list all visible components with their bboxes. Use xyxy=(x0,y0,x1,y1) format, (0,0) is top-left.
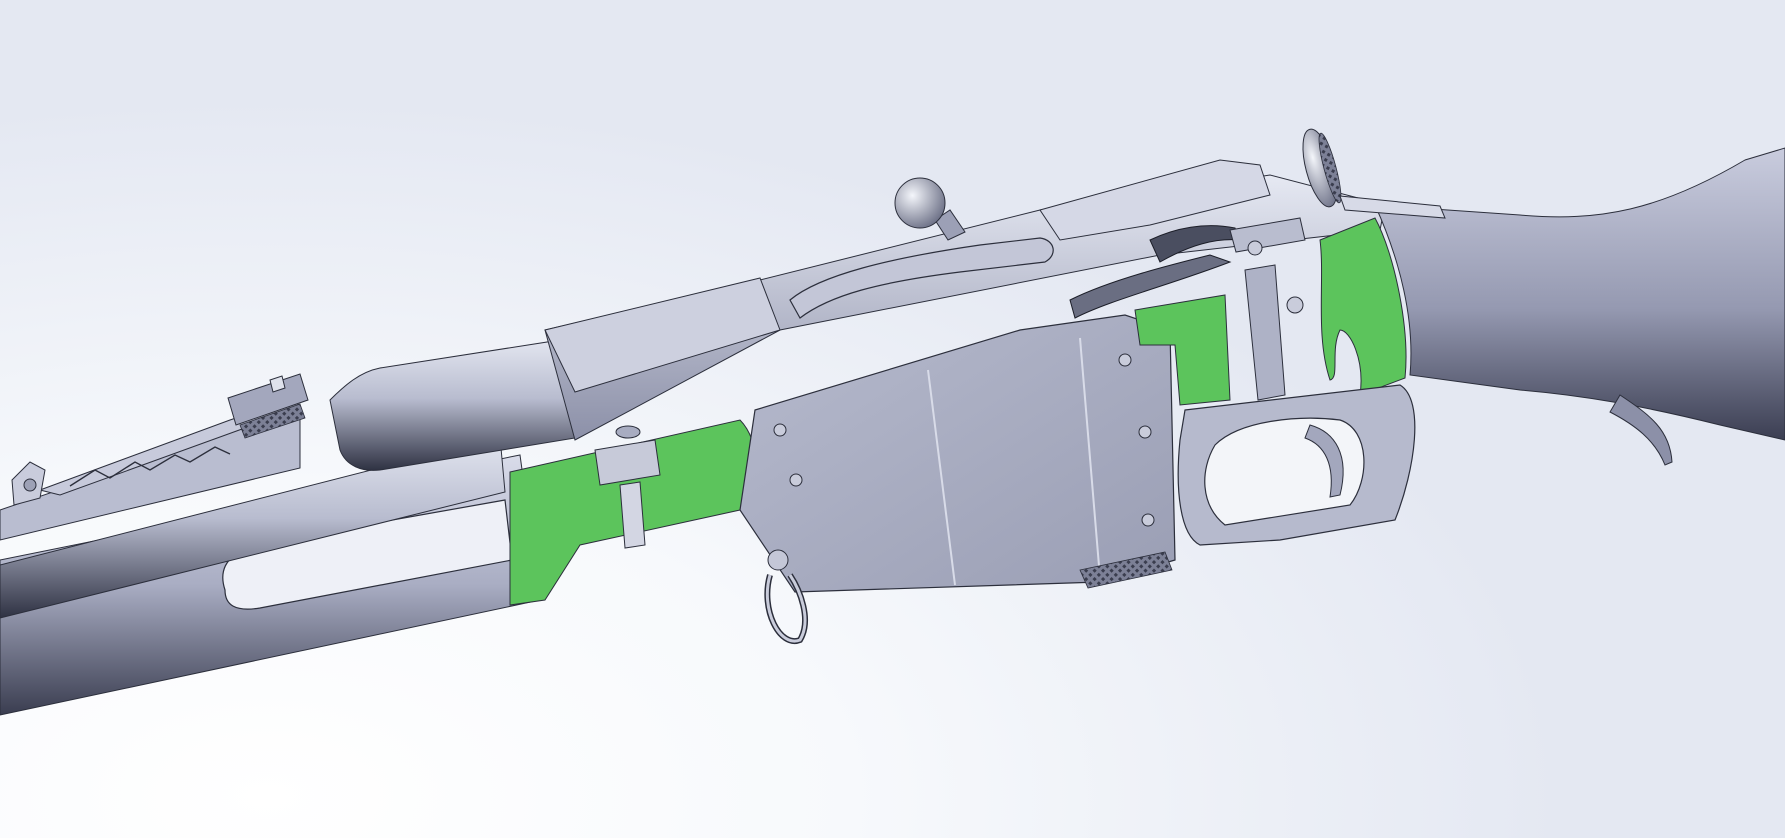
rifle-model[interactable] xyxy=(0,0,1785,838)
cad-graphics-area[interactable] xyxy=(0,0,1785,838)
trigger-mechanism-parts xyxy=(1229,217,1306,401)
bolt-knob[interactable] xyxy=(894,177,946,229)
barrel[interactable] xyxy=(329,339,576,471)
magazine-housing[interactable] xyxy=(739,314,1176,593)
butt-stock[interactable] xyxy=(1374,147,1785,441)
trigger-guard[interactable] xyxy=(1177,384,1416,546)
bolt-handle[interactable] xyxy=(894,177,966,241)
